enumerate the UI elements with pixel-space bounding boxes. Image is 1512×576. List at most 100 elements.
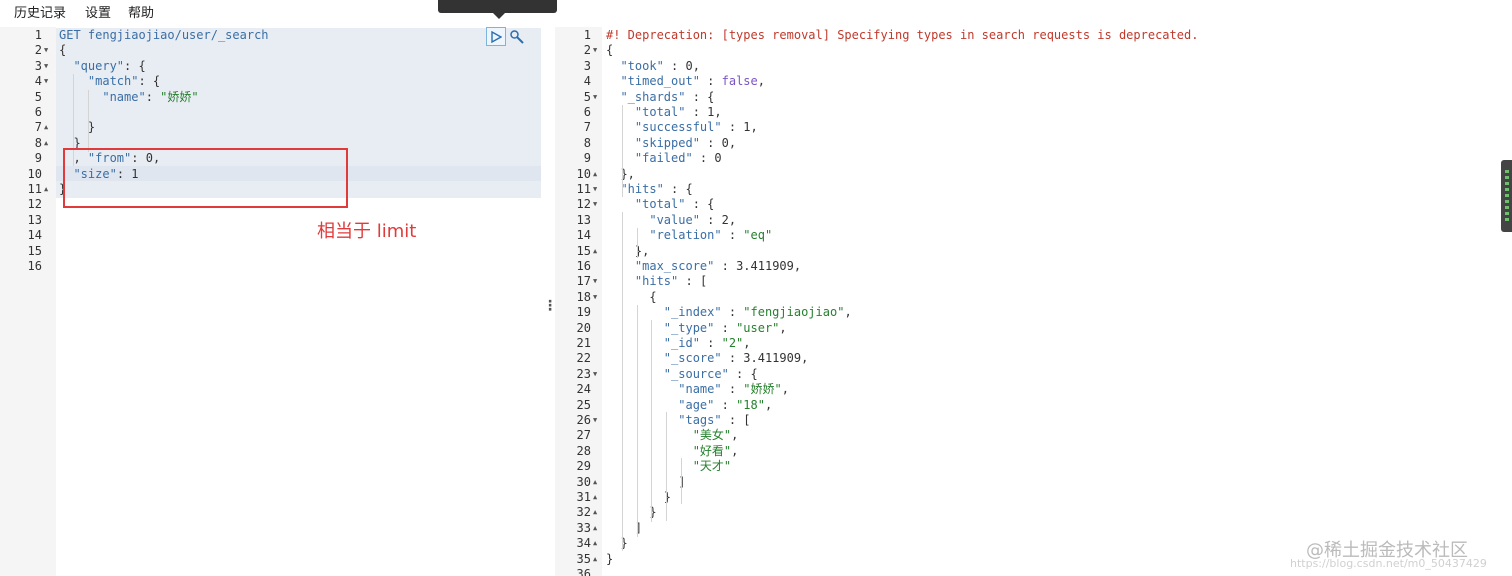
code-token: "_shards" xyxy=(620,89,686,104)
fold-toggle-icon[interactable]: ▲ xyxy=(593,475,597,490)
request-editor[interactable]: 1 GET fengjiaojiao/user/_search 2 ▼{3 ▼ "que… xyxy=(0,27,541,576)
fold-toggle-icon[interactable]: ▼ xyxy=(593,197,597,212)
request-settings-button[interactable] xyxy=(508,28,526,46)
code-text: "failed" : 0 xyxy=(606,151,722,166)
code-text: { xyxy=(59,43,66,58)
code-line: 3 ▼ "query": { xyxy=(0,59,541,74)
code-line: 5 ▼ "_shards" : { xyxy=(555,90,1512,105)
fold-toggle-icon[interactable]: ▼ xyxy=(593,90,597,105)
fold-toggle-icon[interactable]: ▼ xyxy=(44,59,48,74)
code-text: "美女", xyxy=(606,428,739,443)
code-token: }, xyxy=(606,166,635,181)
fold-toggle-icon[interactable]: ▼ xyxy=(44,74,48,89)
fold-toggle-icon[interactable]: ▲ xyxy=(44,182,48,197)
code-line: 13 "value" : 2, xyxy=(555,213,1512,228)
line-number: 13 xyxy=(27,212,42,227)
code-token: "娇娇" xyxy=(160,89,199,104)
code-line: 25 "age" : "18", xyxy=(555,398,1512,413)
fold-toggle-icon[interactable]: ▼ xyxy=(44,43,48,58)
code-token: } xyxy=(606,490,672,504)
code-token: "timed_out" xyxy=(620,74,700,89)
code-token: }, xyxy=(606,243,650,258)
fold-toggle-icon[interactable]: ▲ xyxy=(593,167,597,182)
line-number: 23 xyxy=(576,366,591,381)
code-token: : { xyxy=(124,58,146,73)
code-line: 4 ▼ "match": { xyxy=(0,74,541,89)
fold-toggle-icon[interactable]: ▲ xyxy=(593,521,597,536)
line-number: 18 xyxy=(576,289,591,304)
code-token: "name" xyxy=(102,89,146,104)
code-token: "user" xyxy=(736,320,780,335)
fold-toggle-icon[interactable]: ▲ xyxy=(44,120,48,135)
fold-toggle-icon[interactable]: ▲ xyxy=(593,244,597,259)
code-token: : xyxy=(721,351,744,366)
code-token: : xyxy=(714,397,737,412)
menu-history[interactable]: 历史记录 xyxy=(14,2,66,21)
code-token: GET xyxy=(59,28,88,42)
code-line: 2 ▼ { xyxy=(555,43,1512,58)
code-line: 16 xyxy=(0,259,541,274)
run-request-button[interactable] xyxy=(486,27,506,46)
code-line: 1 GET fengjiaojiao/user/_search xyxy=(0,28,541,43)
code-line: 8 "skipped" : 0, xyxy=(555,136,1512,151)
code-text: "took" : 0, xyxy=(606,59,700,74)
line-number: 32 xyxy=(576,505,591,520)
code-token: "skipped" xyxy=(634,135,700,150)
indent-guide xyxy=(88,90,89,152)
line-number: 11 xyxy=(576,182,591,196)
fold-toggle-icon[interactable]: ▲ xyxy=(593,505,597,520)
code-line: 15 ▲ }, xyxy=(555,244,1512,259)
code-text: "total" : { xyxy=(606,197,714,212)
fold-toggle-icon[interactable]: ▼ xyxy=(593,182,597,197)
fold-toggle-icon[interactable]: ▼ xyxy=(593,413,597,428)
code-token: "total" xyxy=(634,105,686,119)
code-token: 1 xyxy=(743,120,751,135)
code-token: , xyxy=(779,320,787,335)
line-number: 9 xyxy=(583,151,591,166)
scroll-indicator[interactable] xyxy=(1501,160,1512,232)
code-token: "美女" xyxy=(692,428,732,443)
line-number: 12 xyxy=(27,197,42,212)
menu-help[interactable]: 帮助 xyxy=(128,2,154,21)
line-number: 1 xyxy=(34,28,42,42)
line-number: 36 xyxy=(576,567,591,576)
annotation-highlight-box xyxy=(63,148,348,208)
fold-toggle-icon[interactable]: ▲ xyxy=(593,552,597,567)
code-line: 2 ▼ { xyxy=(0,43,541,58)
code-token: : xyxy=(699,212,722,227)
fold-toggle-icon[interactable]: ▲ xyxy=(593,490,597,505)
fold-toggle-icon[interactable]: ▼ xyxy=(593,290,597,305)
fold-toggle-icon[interactable]: ▼ xyxy=(593,367,597,382)
fold-toggle-icon[interactable]: ▼ xyxy=(593,274,597,289)
code-token: "天才" xyxy=(692,459,732,474)
line-number: 34 xyxy=(576,536,591,551)
fold-toggle-icon[interactable]: ▼ xyxy=(593,43,597,58)
fold-toggle-icon[interactable]: ▲ xyxy=(593,536,597,551)
code-text: "天才" xyxy=(606,459,731,474)
code-line: 28 "好看", xyxy=(555,444,1512,459)
code-text: "_source" : { xyxy=(606,367,758,382)
play-icon xyxy=(491,30,502,43)
code-text: "match": { xyxy=(59,74,160,89)
code-line: 5 "name": "娇娇" xyxy=(0,90,541,105)
fold-toggle-icon[interactable]: ▲ xyxy=(44,136,48,151)
code-token: "failed" xyxy=(634,151,693,166)
line-number: 5 xyxy=(583,89,591,104)
code-line: 18 ▼ { xyxy=(555,290,1512,305)
code-line: 9 "failed" : 0 xyxy=(555,151,1512,166)
code-token: fengjiaojiao/user/_search xyxy=(87,28,269,42)
line-number: 30 xyxy=(576,474,591,489)
code-line: 10 ▲ }, xyxy=(555,167,1512,182)
code-token: : { xyxy=(685,197,715,212)
line-number: 26 xyxy=(576,413,591,427)
menu-settings[interactable]: 设置 xyxy=(85,2,111,21)
code-line: 4 "timed_out" : false, xyxy=(555,74,1512,89)
